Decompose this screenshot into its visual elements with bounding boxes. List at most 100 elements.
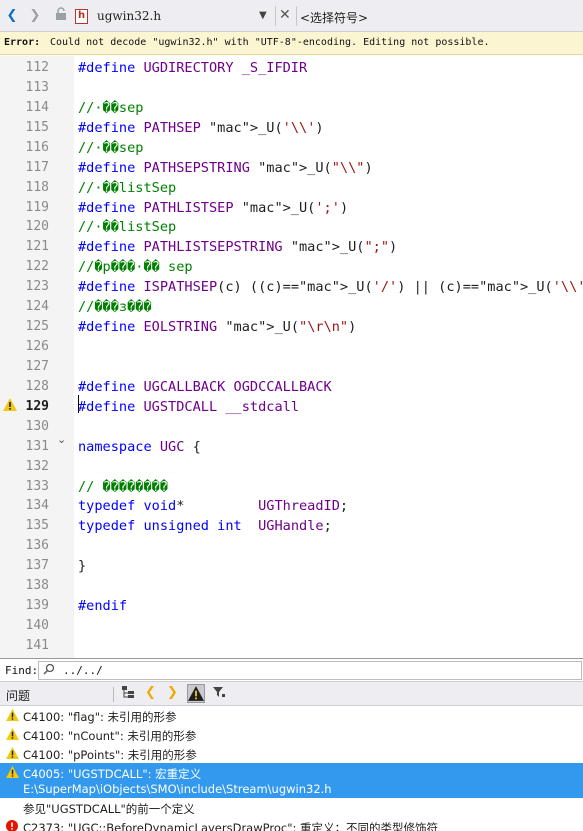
line-number: 134	[25, 498, 49, 514]
code-line[interactable]: #endif	[78, 596, 127, 616]
code-line[interactable]: //���з���	[78, 297, 152, 317]
code-line[interactable]: namespace UGC {	[78, 437, 201, 457]
search-icon	[43, 663, 55, 678]
warning-icon	[6, 766, 19, 781]
line-number: 126	[25, 339, 49, 355]
symbol-selector[interactable]: <选择符号>	[300, 9, 368, 26]
line-number: 129	[25, 398, 49, 414]
line-number: 133	[25, 478, 49, 494]
problem-message: 参见"UGSTDCALL"的前一个定义	[23, 802, 195, 816]
problems-title: 问题	[6, 689, 31, 703]
code-line[interactable]: #define UGSTDCALL __stdcall	[78, 397, 299, 417]
toolbar-divider	[275, 6, 276, 26]
line-number: 122	[25, 259, 49, 275]
problem-message: C4100: "pPoints": 未引用的形参	[23, 748, 197, 762]
line-number: 137	[25, 558, 49, 574]
warning-icon[interactable]	[3, 396, 17, 415]
line-number: 119	[25, 199, 49, 215]
error-label: Error:	[4, 37, 41, 48]
text-caret	[78, 395, 79, 413]
code-line[interactable]: #define EOLSTRING "mac">_U("\r\n")	[78, 317, 356, 337]
error-icon	[6, 820, 18, 831]
line-number: 131	[25, 438, 49, 454]
problem-row[interactable]: 参见"UGSTDCALL"的前一个定义	[0, 798, 583, 817]
find-label: Find:	[5, 664, 39, 677]
warning-filter-toggle[interactable]	[187, 684, 205, 703]
problems-panel-header: 问题 ❮ ❯	[0, 682, 583, 706]
code-line[interactable]: // ��������	[78, 477, 168, 497]
code-line[interactable]: #define PATHLISTSEPSTRING "mac">_U(";")	[78, 237, 397, 257]
code-line[interactable]: //�p���·�� sep	[78, 257, 193, 277]
find-input-value: ../../	[63, 664, 103, 677]
fold-chevron-icon[interactable]: ⌄	[57, 433, 66, 446]
line-number: 114	[25, 99, 49, 115]
problem-file-path: E:\SuperMap\iObjects\SMO\include\Stream\…	[23, 782, 332, 796]
find-input[interactable]: ../../	[38, 661, 582, 680]
code-line[interactable]: #define UGCALLBACK OGDCCALLBACK	[78, 377, 332, 397]
line-number: 116	[25, 139, 49, 155]
line-number: 121	[25, 239, 49, 255]
filter-icon[interactable]	[212, 685, 226, 703]
code-line[interactable]: //·��listSep	[78, 178, 176, 198]
code-editor[interactable]: 112 #define UGDIRECTORY _S_IFDIR 113 114 //·…	[0, 56, 583, 658]
close-icon[interactable]: ✕	[279, 7, 291, 23]
problem-row[interactable]: C4100: "nCount": 未引用的形参	[0, 725, 583, 744]
line-number: 115	[25, 119, 49, 135]
warning-icon	[6, 747, 19, 762]
line-number: 123	[25, 279, 49, 295]
line-number: 117	[25, 159, 49, 175]
problem-row[interactable]: C4100: "pPoints": 未引用的形参	[0, 744, 583, 763]
line-number: 125	[25, 319, 49, 335]
code-line[interactable]: #define PATHLISTSEP "mac">_U(';')	[78, 198, 348, 218]
lock-icon	[52, 7, 70, 25]
error-message: Could not decode "ugwin32.h" with "UTF-8…	[50, 37, 490, 48]
hierarchy-icon[interactable]	[121, 685, 135, 703]
problem-message: C4005: "UGSTDCALL": 宏重定义	[23, 767, 202, 781]
warning-icon	[6, 728, 19, 743]
code-line[interactable]: }	[78, 556, 86, 576]
problem-row[interactable]: C4005: "UGSTDCALL": 宏重定义 E:\SuperMap\iObj…	[0, 763, 583, 798]
problem-row[interactable]: C2373: "UGC::BeforeDynamicLayersDrawProc…	[0, 817, 583, 831]
line-number: 112	[25, 60, 49, 75]
code-line[interactable]: #define PATHSEP "mac">_U('\\')	[78, 118, 324, 138]
line-number: 120	[25, 219, 49, 235]
next-problem-icon[interactable]: ❯	[167, 685, 178, 700]
problem-message: C4100: "flag": 未引用的形参	[23, 710, 177, 724]
navigate-forward-icon[interactable]: ❯	[26, 7, 44, 25]
code-line[interactable]: #define ISPATHSEP(c) ((c)=="mac">_U('/')…	[78, 277, 583, 297]
code-line[interactable]: //·��sep	[78, 138, 143, 158]
header-file-icon: h	[75, 9, 88, 24]
line-number: 113	[25, 79, 49, 95]
find-bar: Find: ../../	[0, 658, 583, 682]
editor-tab-bar: ❮ ❯ h ugwin32.h ▼ ✕ <选择符号>	[0, 0, 583, 32]
code-line[interactable]: #define PATHSEPSTRING "mac">_U("\\")	[78, 158, 373, 178]
problem-row[interactable]: C4100: "flag": 未引用的形参	[0, 706, 583, 725]
line-number: 124	[25, 299, 49, 315]
problem-message: C2373: "UGC::BeforeDynamicLayersDrawProc…	[23, 821, 439, 831]
code-line[interactable]: #define UGDIRECTORY _S_IFDIR	[78, 58, 307, 78]
code-line[interactable]: //·��sep	[78, 98, 143, 118]
previous-problem-icon[interactable]: ❮	[145, 685, 156, 700]
code-line[interactable]: //·��listSep	[78, 217, 176, 237]
line-number: 128	[25, 378, 49, 394]
line-number: 140	[25, 618, 49, 634]
line-number: 135	[25, 518, 49, 534]
file-tab-name[interactable]: ugwin32.h	[97, 9, 161, 23]
line-number: 118	[25, 179, 49, 195]
navigate-back-icon[interactable]: ❮	[3, 7, 21, 25]
toolbar-divider	[296, 6, 297, 26]
line-number: 130	[25, 418, 49, 434]
code-line[interactable]: typedef unsigned int UGHandle;	[78, 516, 332, 536]
line-number: 141	[25, 637, 49, 653]
problems-list: C4100: "flag": 未引用的形参 C4100: "nCount": 未引…	[0, 706, 583, 831]
warning-icon	[6, 709, 19, 724]
line-number: 127	[25, 358, 49, 374]
problem-message: C4100: "nCount": 未引用的形参	[23, 729, 197, 743]
code-line[interactable]: typedef void* UGThreadID;	[78, 496, 348, 516]
file-dropdown-icon[interactable]: ▼	[259, 10, 267, 21]
line-number: 136	[25, 538, 49, 554]
line-number: 138	[25, 578, 49, 594]
line-number: 132	[25, 458, 49, 474]
encoding-error-bar: Error: Could not decode "ugwin32.h" with…	[0, 32, 583, 55]
line-number: 139	[25, 598, 49, 614]
